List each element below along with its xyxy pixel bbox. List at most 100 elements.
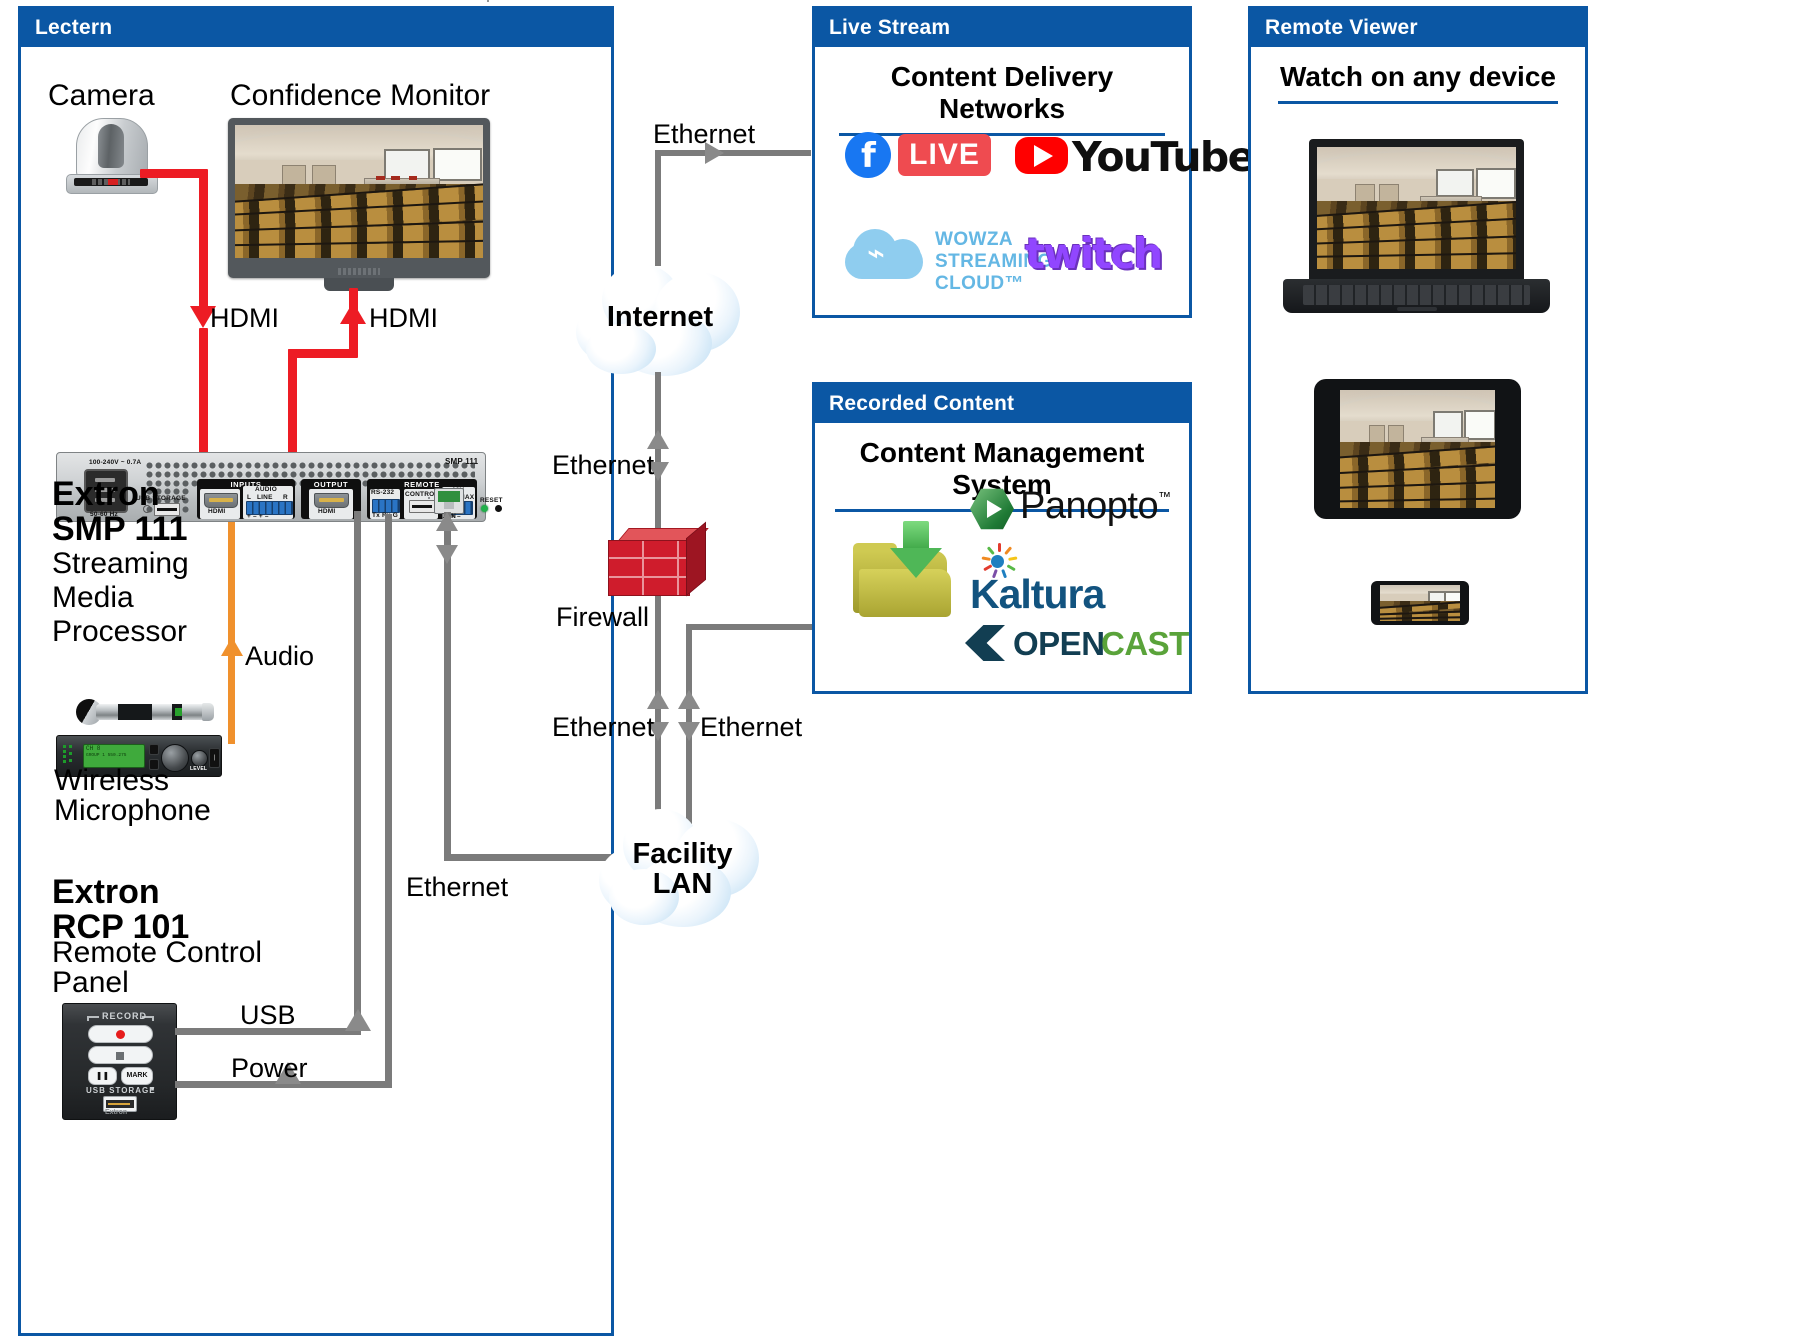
panel-recorded-title: Recorded Content xyxy=(815,385,1189,424)
arrow-fw-lan-left-up xyxy=(647,690,669,709)
smp-model: SMP 111 xyxy=(52,510,188,548)
label-eth-top: Ethernet xyxy=(653,119,756,149)
panel-remote-viewer-title: Remote Viewer xyxy=(1251,9,1585,48)
smp-hdmi-out-label: HDMI xyxy=(318,508,336,515)
smp-lan-jack-visible[interactable] xyxy=(434,488,464,514)
cloud-lan-label-1: Facility xyxy=(632,838,733,870)
cloud-lan-label-2: LAN xyxy=(652,868,713,900)
device-tablet xyxy=(1314,379,1521,519)
mic-label-2: Microphone xyxy=(54,794,211,827)
smp-audio-l: L xyxy=(247,494,252,501)
rcp-logo: Extron xyxy=(105,1109,128,1116)
opencast-text-b: CAST xyxy=(1101,625,1189,662)
wire-fw-lan-left xyxy=(655,596,661,824)
smp-rs232-label: RS-232 xyxy=(371,489,395,496)
smp-rs232-connector[interactable] xyxy=(372,499,400,513)
rcp-desc-2: Panel xyxy=(52,966,129,999)
panel-live-stream: Live Stream Content Delivery Networks f … xyxy=(812,6,1255,318)
wire-internet-cdn-v xyxy=(655,150,661,266)
logo-twitch: twitch xyxy=(1025,229,1185,279)
smp-hdmi-output-port[interactable] xyxy=(314,493,349,508)
smp-reset-button[interactable] xyxy=(495,505,502,512)
wire-hdmi-monitor-h xyxy=(288,349,358,358)
smp-audio-label: AUDIO xyxy=(255,486,277,493)
camera-label: Camera xyxy=(48,79,155,112)
mic-mode-switch[interactable] xyxy=(149,744,159,755)
rcp-pause-button[interactable]: ❚❚ xyxy=(88,1067,117,1085)
firewall-icon xyxy=(608,521,709,597)
arrow-usb xyxy=(345,1009,371,1031)
device-laptop xyxy=(1279,139,1554,319)
wireless-microphone-handheld xyxy=(76,697,216,729)
smp-desc-3: Processor xyxy=(52,615,188,648)
device-smartphone xyxy=(1371,581,1469,625)
panopto-tm: ™ xyxy=(1158,489,1171,504)
smp-desc-2: Media xyxy=(52,581,134,614)
wowza-line3: CLOUD™ xyxy=(935,273,1024,294)
mic-level-label: LEVEL xyxy=(190,766,208,772)
smp-reset-label-2: RESET xyxy=(480,497,503,504)
mic-lcd-line2: GROUP 1 550.275 xyxy=(86,752,127,758)
kaltura-text: Kaltura xyxy=(970,571,1105,617)
wire-audio-vert xyxy=(228,522,235,744)
cloud-internet: Internet xyxy=(570,258,750,383)
wire-usb-v xyxy=(354,511,361,1035)
logo-wowza: ⌁ WOWZA STREAMING CLOUD™ xyxy=(837,221,1052,294)
label-hdmi-monitor: HDMI xyxy=(369,303,438,333)
panel-remote-viewer-subtitle: Watch on any device xyxy=(1280,61,1556,93)
smp-status-led xyxy=(481,505,488,512)
opencast-text-a: OPEN xyxy=(1013,625,1105,662)
mic-lcd-line1: CH 8 xyxy=(86,745,101,752)
wire-hdmi-camera-lower xyxy=(199,328,208,453)
logo-kaltura: Kaltura xyxy=(970,543,1185,617)
mic-label-1: Wireless xyxy=(54,764,170,797)
label-eth-smp: Ethernet xyxy=(406,872,509,902)
wire-internet-cdn-h xyxy=(655,150,811,156)
smp-desc-1: Streaming xyxy=(52,547,189,580)
smp-audio-r: R xyxy=(283,494,288,501)
smp-power-rating: 100-240V ~ 0.7A xyxy=(89,459,142,466)
smp-lan-jack[interactable] xyxy=(487,0,489,2)
rcp-desc-1: Remote Control xyxy=(52,936,263,969)
panel-lectern-title: Lectern xyxy=(21,9,611,48)
label-eth-internet-firewall: Ethernet xyxy=(552,450,655,480)
label-eth-lan-left: Ethernet xyxy=(552,712,655,742)
arrow-eth-smp-down xyxy=(436,545,458,564)
panel-live-stream-title: Live Stream xyxy=(815,9,1189,48)
smp-control-usb-port[interactable] xyxy=(409,500,435,513)
smp-model-badge: SMP 111 xyxy=(445,457,479,466)
smp-hdmi-input-port[interactable] xyxy=(204,493,238,508)
arrow-hdmi-monitor xyxy=(340,302,366,324)
mic-power-switch[interactable]: | xyxy=(209,748,220,768)
label-eth-lan-right: Ethernet xyxy=(700,712,803,742)
wire-internet-firewall xyxy=(655,372,661,537)
wire-hdmi-monitor-leg xyxy=(288,349,297,453)
rcp-mark-button[interactable]: MARK xyxy=(121,1067,153,1085)
rcp-record-button[interactable] xyxy=(88,1025,153,1043)
arrow-cms-lan-up xyxy=(678,690,700,709)
panel-remote-viewer: Remote Viewer Watch on any device xyxy=(1248,6,1588,694)
smp-hdmi-in-label: HDMI xyxy=(208,508,226,515)
cloud-internet-label: Internet xyxy=(606,301,714,333)
rcp-brand: Extron xyxy=(52,873,160,911)
smp-lan-port[interactable] xyxy=(428,497,430,499)
device-rcp-101: RECORD ❚❚ MARK USB STORAGE Extron xyxy=(62,1003,177,1120)
label-audio: Audio xyxy=(245,641,315,671)
rcp-usb-storage-label: USB STORAGE xyxy=(86,1086,156,1095)
twitch-text: twitch xyxy=(1025,229,1163,278)
panel-live-stream-subtitle: Content Delivery Networks xyxy=(890,61,1114,125)
mic-level-knob[interactable] xyxy=(191,750,208,767)
logo-youtube: YouTube xyxy=(1015,129,1255,181)
download-arrow-icon xyxy=(889,521,945,578)
rcp-stop-button[interactable] xyxy=(88,1046,153,1064)
facebook-f-icon: f xyxy=(861,136,876,176)
panel-recorded-content: Recorded Content Content Management Syst… xyxy=(812,382,1192,694)
smp-output-label: OUTPUT xyxy=(313,480,349,489)
smp-brand: Extron xyxy=(52,475,160,513)
label-usb: USB xyxy=(240,1000,296,1030)
logo-panopto: Panopto ™ xyxy=(970,485,1185,533)
wire-hdmi-camera-down xyxy=(199,169,208,311)
confidence-monitor-label: Confidence Monitor xyxy=(230,79,491,112)
panopto-text: Panopto xyxy=(1020,485,1159,527)
camera-icon xyxy=(62,118,160,198)
